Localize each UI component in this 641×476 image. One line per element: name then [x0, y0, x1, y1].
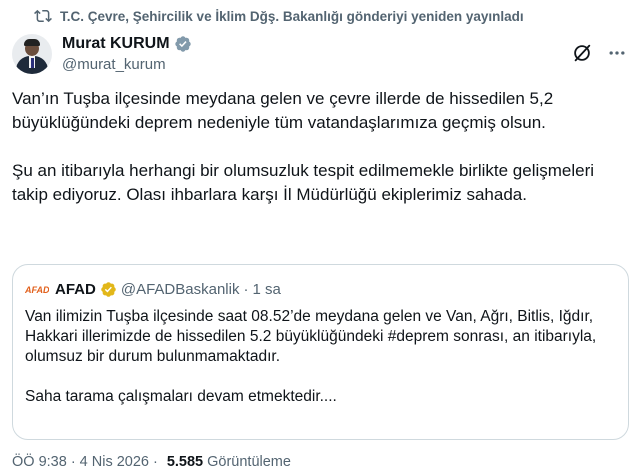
separator-dot: ·: [152, 454, 158, 470]
tweet-text: Van’ın Tuşba ilçesinde meydana gelen ve …: [12, 87, 632, 207]
tweet-paragraph: Şu an itibarıyla herhangi bir olumsuzluk…: [12, 161, 595, 204]
afad-logo-icon[interactable]: AFAD: [25, 277, 49, 301]
more-options-icon[interactable]: [605, 41, 629, 65]
svg-text:AFAD: AFAD: [25, 285, 49, 295]
separator-dot: ·: [70, 454, 76, 470]
quoted-tweet-text: Van ilimizin Tuşba ilçesinde saat 08.52’…: [25, 307, 620, 407]
quoted-paragraph: Saha tarama çalışmaları devam etmektedir…: [25, 388, 337, 405]
repost-text: T.C. Çevre, Şehircilik ve İklim Dğş. Bak…: [60, 8, 524, 24]
tweet-date[interactable]: 4 Nis 2026: [80, 454, 149, 470]
author-name[interactable]: Murat KURUM: [62, 35, 170, 53]
tweet-header: Murat KURUM @murat_kurum: [12, 32, 629, 76]
quoted-tweet-time[interactable]: 1 sa: [252, 281, 280, 298]
views-count: 5.585: [166, 454, 204, 470]
grok-icon[interactable]: [571, 42, 593, 64]
quoted-tweet-header: AFAD AFAD @AFADBaskanlik · 1 sa: [25, 277, 281, 301]
author-handle[interactable]: @murat_kurum: [62, 55, 192, 75]
gold-verified-badge-icon[interactable]: [100, 281, 117, 298]
separator-dot: ·: [243, 280, 249, 298]
quoted-paragraph: Van ilimizin Tuşba ilçesinde saat 08.52’…: [25, 308, 597, 365]
tweet-paragraph: Van’ın Tuşba ilçesinde meydana gelen ve …: [12, 89, 554, 132]
quoted-tweet[interactable]: AFAD AFAD @AFADBaskanlik · 1 sa Van ilim…: [12, 264, 629, 440]
quoted-author-handle[interactable]: @AFADBaskanlik: [121, 281, 240, 298]
avatar[interactable]: [12, 34, 52, 74]
author-info: Murat KURUM @murat_kurum: [62, 34, 192, 75]
views-label: Görüntüleme: [207, 454, 291, 470]
tweet-time[interactable]: ÖÖ 9:38: [12, 454, 67, 470]
repost-icon: [34, 7, 52, 25]
repost-header[interactable]: T.C. Çevre, Şehircilik ve İklim Dğş. Bak…: [34, 6, 524, 26]
tweet-meta: ÖÖ 9:38 · 4 Nis 2026 · 5.585 Görüntüleme: [12, 452, 291, 472]
verified-badge-icon[interactable]: [174, 35, 192, 53]
quoted-author-name[interactable]: AFAD: [55, 281, 96, 298]
